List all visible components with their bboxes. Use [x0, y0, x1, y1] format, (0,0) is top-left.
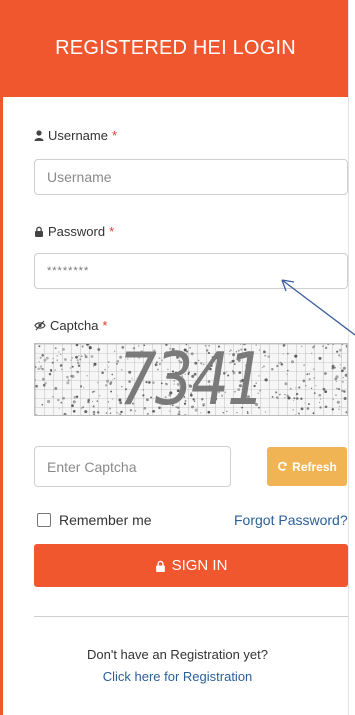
captcha-image: 7341 — [34, 343, 348, 416]
remember-me-checkbox[interactable] — [37, 513, 51, 527]
user-icon — [34, 130, 44, 141]
password-required-mark: * — [109, 224, 115, 239]
eye-slash-icon — [34, 320, 46, 331]
username-required-mark: * — [111, 128, 118, 143]
sign-in-label: SIGN IN — [171, 557, 228, 574]
login-header: REGISTERED HEI LOGIN — [3, 0, 348, 97]
lock-icon — [155, 560, 166, 572]
lock-icon — [34, 226, 44, 237]
refresh-captcha-button[interactable]: Refresh — [267, 447, 347, 486]
registration-prompt: Don't have an Registration yet? — [87, 647, 268, 662]
username-input[interactable] — [34, 159, 348, 195]
captcha-label-text: Captcha — [50, 318, 99, 333]
refresh-label: Refresh — [292, 459, 337, 474]
forgot-password-link[interactable]: Forgot Password? — [234, 512, 348, 528]
captcha-label: Captcha * — [34, 318, 107, 333]
divider — [34, 616, 348, 617]
login-panel: REGISTERED HEI LOGIN Username * Password… — [0, 0, 349, 715]
sign-in-button[interactable]: SIGN IN — [34, 544, 348, 587]
captcha-code: 7341 — [118, 343, 266, 416]
password-label: Password * — [34, 224, 114, 239]
login-title: REGISTERED HEI LOGIN — [55, 37, 296, 59]
password-label-text: Password — [48, 224, 106, 239]
password-input[interactable] — [34, 253, 348, 289]
username-label-text: Username — [48, 128, 108, 143]
captcha-required-mark: * — [102, 318, 108, 333]
username-label: Username * — [34, 128, 117, 143]
refresh-icon — [277, 461, 288, 472]
captcha-input[interactable] — [34, 446, 231, 487]
remember-me-label: Remember me — [59, 512, 152, 528]
registration-link[interactable]: Click here for Registration — [3, 669, 352, 684]
remember-me[interactable]: Remember me — [37, 512, 152, 528]
